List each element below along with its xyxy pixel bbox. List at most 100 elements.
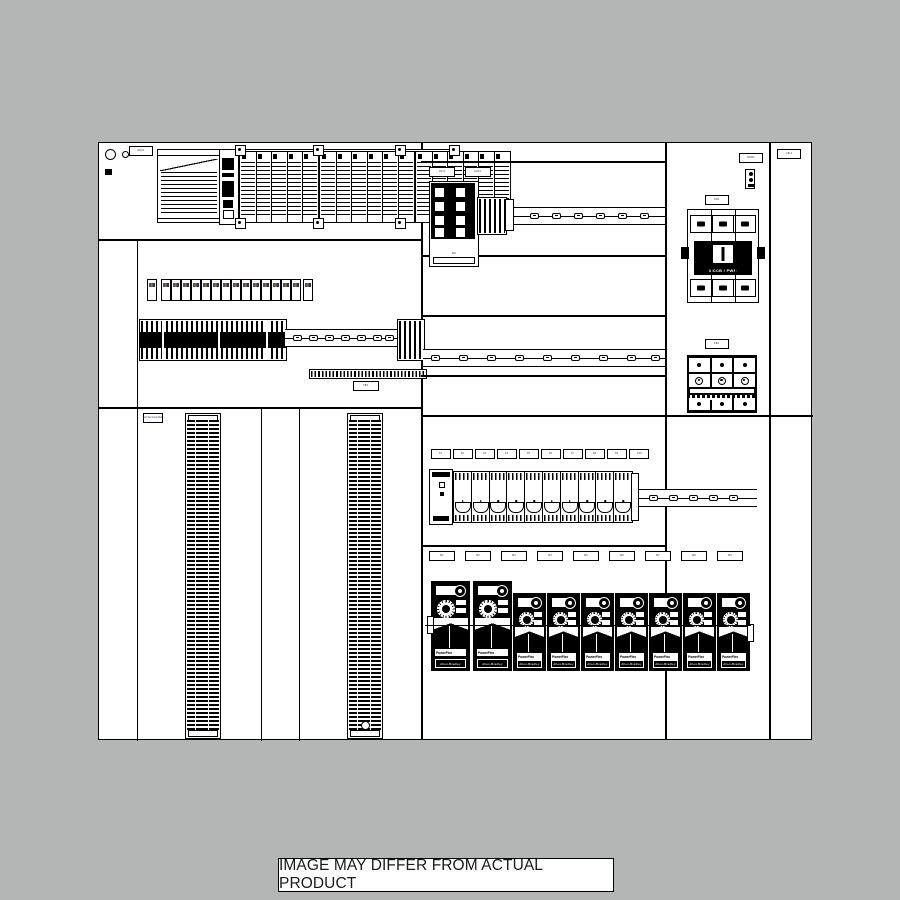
starter-button-icon[interactable] <box>498 600 508 605</box>
mcb-toggle-icon[interactable] <box>526 502 543 513</box>
fuse-holder[interactable] <box>734 374 756 387</box>
mccb-handle-icon[interactable] <box>712 244 734 264</box>
mcb-unit[interactable] <box>613 471 633 523</box>
starter-selector-knob-icon[interactable] <box>530 597 542 609</box>
marker-ticket <box>201 279 211 301</box>
mcb-toggle-icon[interactable] <box>543 502 560 513</box>
vertical-terminal-rail-tb4[interactable] <box>185 413 221 739</box>
mcb-toggle-icon[interactable] <box>508 502 525 513</box>
starter-selector-knob-icon[interactable] <box>632 597 644 609</box>
vertical-rail-divider-b <box>299 407 301 741</box>
mcb-toggle-icon[interactable] <box>579 502 596 513</box>
fuse-block-fuse-row[interactable] <box>689 374 756 387</box>
contactor-assembly[interactable]: K1 <box>429 181 479 267</box>
starter-unit-small[interactable]: PowerFlex Allen-Bradley <box>513 593 546 671</box>
starter-selector-knob-icon[interactable] <box>496 585 508 597</box>
starter-button-icon[interactable] <box>498 608 508 613</box>
starter-unit-small[interactable]: PowerFlex Allen-Bradley <box>547 593 580 671</box>
terminal-stack <box>349 420 381 732</box>
starter-button-icon[interactable] <box>636 612 644 617</box>
io-terminal-fins <box>336 162 351 218</box>
mcb-toggle-icon[interactable] <box>454 502 471 513</box>
io-module[interactable] <box>287 152 304 222</box>
io-terminal-fins <box>287 162 302 218</box>
terminal-stack <box>187 420 219 732</box>
tag-mcb: F8 <box>585 449 605 459</box>
marker-ticket <box>251 279 261 301</box>
rail-slot-icon <box>651 355 660 361</box>
ticket-stripe-icon <box>223 283 229 287</box>
io-module[interactable] <box>367 152 384 222</box>
corner-bracket-icon <box>105 169 112 175</box>
terminal-strip-tb3-assembly[interactable]: TB3 <box>309 369 427 391</box>
ticket-stripe-icon <box>149 283 155 287</box>
starter-dial-icon[interactable] <box>436 599 456 619</box>
starter-unit-small[interactable]: PowerFlex Allen-Bradley <box>581 593 614 671</box>
plc-io-group-1[interactable] <box>239 151 319 223</box>
starter-selector-knob-icon[interactable] <box>564 597 576 609</box>
mcb-row[interactable] <box>453 471 633 523</box>
terminal-rail-line <box>266 320 268 360</box>
mcb-toggle-icon[interactable] <box>615 502 632 513</box>
indicator-lamp-block[interactable] <box>745 169 755 189</box>
three-phase-fuse-block[interactable] <box>687 355 757 413</box>
fuse-block-top-row <box>689 358 756 372</box>
mccb-lug <box>734 216 755 232</box>
cpu-led-block-2 <box>222 181 234 197</box>
io-led-icon <box>257 154 262 159</box>
io-module[interactable] <box>351 152 368 222</box>
mcb-toggle-icon[interactable] <box>472 502 489 513</box>
handle-bar-icon <box>721 247 725 261</box>
plc-power-supply[interactable] <box>157 155 221 219</box>
fuse-holder[interactable] <box>689 374 710 387</box>
marker-ticket <box>191 279 201 301</box>
tag-starter: M4 <box>537 551 563 561</box>
terminal-strip-tb3[interactable] <box>309 369 427 379</box>
supply-module[interactable] <box>429 469 453 525</box>
ticket-stripe-icon <box>273 283 279 287</box>
rail-slot-icon <box>649 495 658 501</box>
vertical-terminal-rail-tb5[interactable] <box>347 413 383 739</box>
mcb-top-terminals <box>597 473 614 480</box>
io-module[interactable] <box>398 152 414 222</box>
aux-terminal-cluster[interactable] <box>477 197 507 235</box>
starter-button-icon[interactable] <box>602 612 610 617</box>
fuse-holder[interactable] <box>711 374 733 387</box>
mcb-toggle-icon[interactable] <box>597 502 614 513</box>
io-module[interactable] <box>240 152 257 222</box>
terminal-block-tb1[interactable] <box>139 319 287 361</box>
vertical-rail-divider-a <box>261 407 263 741</box>
starter-button-icon[interactable] <box>456 600 466 605</box>
mcb-toggle-icon[interactable] <box>490 502 507 513</box>
starter-button-icon[interactable] <box>456 608 466 613</box>
mcb-toggle-icon[interactable] <box>561 502 578 513</box>
starter-footer-label: Allen-Bradley <box>517 660 542 668</box>
plc-rack[interactable] <box>157 145 511 229</box>
rail-mount-hole-icon <box>361 721 370 730</box>
plc-io-group-2[interactable] <box>319 151 415 223</box>
mcb-unit[interactable] <box>524 471 544 523</box>
marker-ticket <box>211 279 221 301</box>
tag-relay: RLY1 <box>429 167 455 177</box>
io-module[interactable] <box>336 152 353 222</box>
ticket-stripe-icon <box>173 283 179 287</box>
io-module[interactable] <box>271 152 288 222</box>
io-module[interactable] <box>320 152 337 222</box>
starter-selector-knob-icon[interactable] <box>598 597 610 609</box>
plc-cpu-module[interactable] <box>219 149 239 225</box>
io-module[interactable] <box>302 152 318 222</box>
starter-dial-icon[interactable] <box>478 599 498 619</box>
starter-selector-knob-icon[interactable] <box>454 585 466 597</box>
io-module[interactable] <box>382 152 399 222</box>
starter-brand-label: PowerFlex <box>619 653 644 660</box>
starter-button-icon[interactable] <box>534 612 542 617</box>
ticket-stripe-icon <box>193 283 199 287</box>
contactor-port <box>455 215 466 226</box>
tag-doc-label: DOC1 <box>129 146 153 156</box>
ticket-stripe-icon <box>253 283 259 287</box>
io-module[interactable] <box>256 152 273 222</box>
starter-button-icon[interactable] <box>568 612 576 617</box>
starter-unit-small[interactable]: PowerFlex Allen-Bradley <box>615 593 648 671</box>
marker-ticket <box>271 279 281 301</box>
molded-case-circuit-breaker[interactable]: MCCB / PWR <box>681 209 765 303</box>
